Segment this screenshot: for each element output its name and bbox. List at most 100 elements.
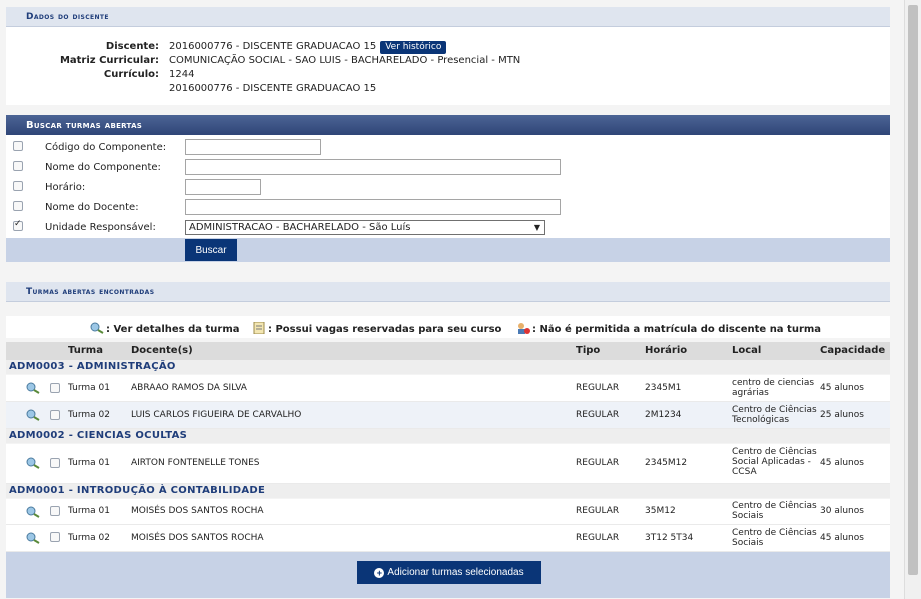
turma-cell: Turma 02 <box>68 533 110 543</box>
unidade-responsavel-select[interactable]: ADMINISTRACAO - BACHARELADO - São Luís ▼ <box>185 220 545 235</box>
local-cell: Centro de Ciências Tecnológicas <box>732 405 817 425</box>
table-header: Turma Docente(s) Tipo Horário Local Capa… <box>6 342 890 360</box>
legend: : Ver detalhes da turma : Possui vagas r… <box>6 316 890 338</box>
magnifier-icon[interactable] <box>26 409 40 421</box>
chevron-down-icon: ▼ <box>533 223 540 232</box>
magnifier-icon[interactable] <box>26 532 40 544</box>
table-row: Turma 01 MOISÉS DOS SANTOS ROCHA REGULAR… <box>6 499 890 525</box>
turma-checkbox[interactable] <box>50 532 60 542</box>
unidade-responsavel-checkbox[interactable] <box>13 219 23 231</box>
matriz-label: Matriz Curricular: <box>59 55 159 66</box>
nome-docente-checkbox[interactable] <box>13 201 23 211</box>
horario-cell: 2345M1 <box>645 383 682 393</box>
local-cell: Centro de Ciências Social Aplicadas - CC… <box>732 447 817 477</box>
col-docentes: Docente(s) <box>131 345 193 356</box>
tipo-cell: REGULAR <box>576 533 620 543</box>
codigo-componente-checkbox[interactable] <box>13 141 23 151</box>
curriculo-label: Currículo: <box>103 69 159 80</box>
magnifier-icon[interactable] <box>26 382 40 394</box>
turma-cell: Turma 01 <box>68 458 110 468</box>
tipo-cell: REGULAR <box>576 410 620 420</box>
turma-checkbox[interactable] <box>50 410 60 420</box>
magnifier-icon[interactable] <box>26 457 40 469</box>
scrollbar-thumb[interactable] <box>908 5 918 575</box>
turma-checkbox[interactable] <box>50 383 60 393</box>
docente-cell: MOISÉS DOS SANTOS ROCHA <box>131 533 264 543</box>
legend-vagas: : Possui vagas reservadas para seu curso <box>252 322 501 335</box>
magnifier-icon <box>90 322 104 334</box>
group-header: ADM0002 - CIENCIAS OCULTAS <box>6 429 890 443</box>
codigo-componente-input[interactable] <box>185 139 321 155</box>
col-turma: Turma <box>68 345 103 356</box>
table-row: Turma 01 ABRAAO RAMOS DA SILVA REGULAR 2… <box>6 375 890 402</box>
tipo-cell: REGULAR <box>576 458 620 468</box>
codigo-componente-label: Código do Componente: <box>45 142 167 153</box>
col-tipo: Tipo <box>576 345 601 356</box>
legend-nao-permitida: : Não é permitida a matrícula do discent… <box>516 322 821 335</box>
group-header: ADM0001 - INTRODUÇÃO À CONTABILIDADE <box>6 484 890 498</box>
table-row: Turma 02 LUIS CARLOS FIGUEIRA DE CARVALH… <box>6 402 890 429</box>
turmas-encontradas-title: Turmas abertas encontradas <box>26 287 155 297</box>
matriz-value: COMUNICAÇÃO SOCIAL - SAO LUIS - BACHAREL… <box>169 55 521 66</box>
turma-cell: Turma 02 <box>68 410 110 420</box>
turma-cell: Turma 01 <box>68 383 110 393</box>
vertical-scrollbar[interactable] <box>904 0 921 599</box>
capacidade-cell: 25 alunos <box>820 410 864 420</box>
col-capacidade: Capacidade <box>820 345 886 356</box>
buscar-turmas-header: Buscar turmas abertas <box>6 115 890 135</box>
ver-historico-button[interactable]: Ver histórico <box>380 41 447 54</box>
nome-componente-label: Nome do Componente: <box>45 162 161 173</box>
tipo-cell: REGULAR <box>576 506 620 516</box>
horario-cell: 2345M12 <box>645 458 688 468</box>
dados-discente-header: Dados do discente <box>6 7 890 27</box>
adicionar-turmas-label: Adicionar turmas selecionadas <box>387 567 524 578</box>
horario-cell: 35M12 <box>645 506 676 516</box>
horario-cell: 2M1234 <box>645 410 682 420</box>
horario-input[interactable] <box>185 179 261 195</box>
horario-checkbox[interactable] <box>13 181 23 191</box>
magnifier-icon[interactable] <box>26 506 40 518</box>
turma-cell: Turma 01 <box>68 506 110 516</box>
docente-cell: AIRTON FONTENELLE TONES <box>131 458 260 468</box>
legend-detalhes: : Ver detalhes da turma <box>90 322 240 335</box>
discente-value: 2016000776 - DISCENTE GRADUACAO 15 Ver hi… <box>169 41 447 54</box>
col-horario: Horário <box>645 345 688 356</box>
nome-docente-input[interactable] <box>185 199 561 215</box>
document-icon <box>253 322 265 334</box>
buscar-turmas-form: Código do Componente: Nome do Componente… <box>6 135 890 238</box>
group-header: ADM0003 - ADMINISTRAÇÃO <box>6 360 890 374</box>
discente-extra-value: 2016000776 - DISCENTE GRADUACAO 15 <box>169 83 377 94</box>
local-cell: Centro de Ciências Sociais <box>732 501 817 521</box>
buscar-button[interactable]: Buscar <box>185 239 237 261</box>
discente-label: Discente: <box>105 41 159 52</box>
docente-cell: ABRAAO RAMOS DA SILVA <box>131 383 247 393</box>
turma-checkbox[interactable] <box>50 506 60 516</box>
nome-docente-label: Nome do Docente: <box>45 202 139 213</box>
horario-label: Horário: <box>45 182 86 193</box>
capacidade-cell: 30 alunos <box>820 506 864 516</box>
nome-componente-checkbox[interactable] <box>13 161 23 171</box>
docente-cell: LUIS CARLOS FIGUEIRA DE CARVALHO <box>131 410 302 420</box>
plus-circle-icon: + <box>374 568 385 578</box>
unidade-responsavel-value: ADMINISTRACAO - BACHARELADO - São Luís <box>189 222 411 233</box>
curriculo-value: 1244 <box>169 69 195 80</box>
local-cell: centro de ciencias agrárias <box>732 378 815 398</box>
nome-componente-input[interactable] <box>185 159 561 175</box>
table-row: Turma 02 MOISÉS DOS SANTOS ROCHA REGULAR… <box>6 525 890 552</box>
capacidade-cell: 45 alunos <box>820 458 864 468</box>
table-row: Turma 01 AIRTON FONTENELLE TONES REGULAR… <box>6 444 890 484</box>
buscar-footer: Buscar <box>6 238 890 262</box>
blocked-user-icon <box>518 323 530 334</box>
docente-cell: MOISÉS DOS SANTOS ROCHA <box>131 506 264 516</box>
local-cell: Centro de Ciências Sociais <box>732 528 817 548</box>
capacidade-cell: 45 alunos <box>820 533 864 543</box>
dados-discente-panel: Discente: 2016000776 - DISCENTE GRADUACA… <box>6 27 890 105</box>
buscar-turmas-title: Buscar turmas abertas <box>26 120 143 131</box>
turma-checkbox[interactable] <box>50 458 60 468</box>
unidade-responsavel-label: Unidade Responsável: <box>45 222 156 233</box>
capacidade-cell: 45 alunos <box>820 383 864 393</box>
tipo-cell: REGULAR <box>576 383 620 393</box>
adicionar-turmas-button[interactable]: + Adicionar turmas selecionadas <box>357 561 541 584</box>
horario-cell: 3T12 5T34 <box>645 533 694 543</box>
col-local: Local <box>732 345 762 356</box>
